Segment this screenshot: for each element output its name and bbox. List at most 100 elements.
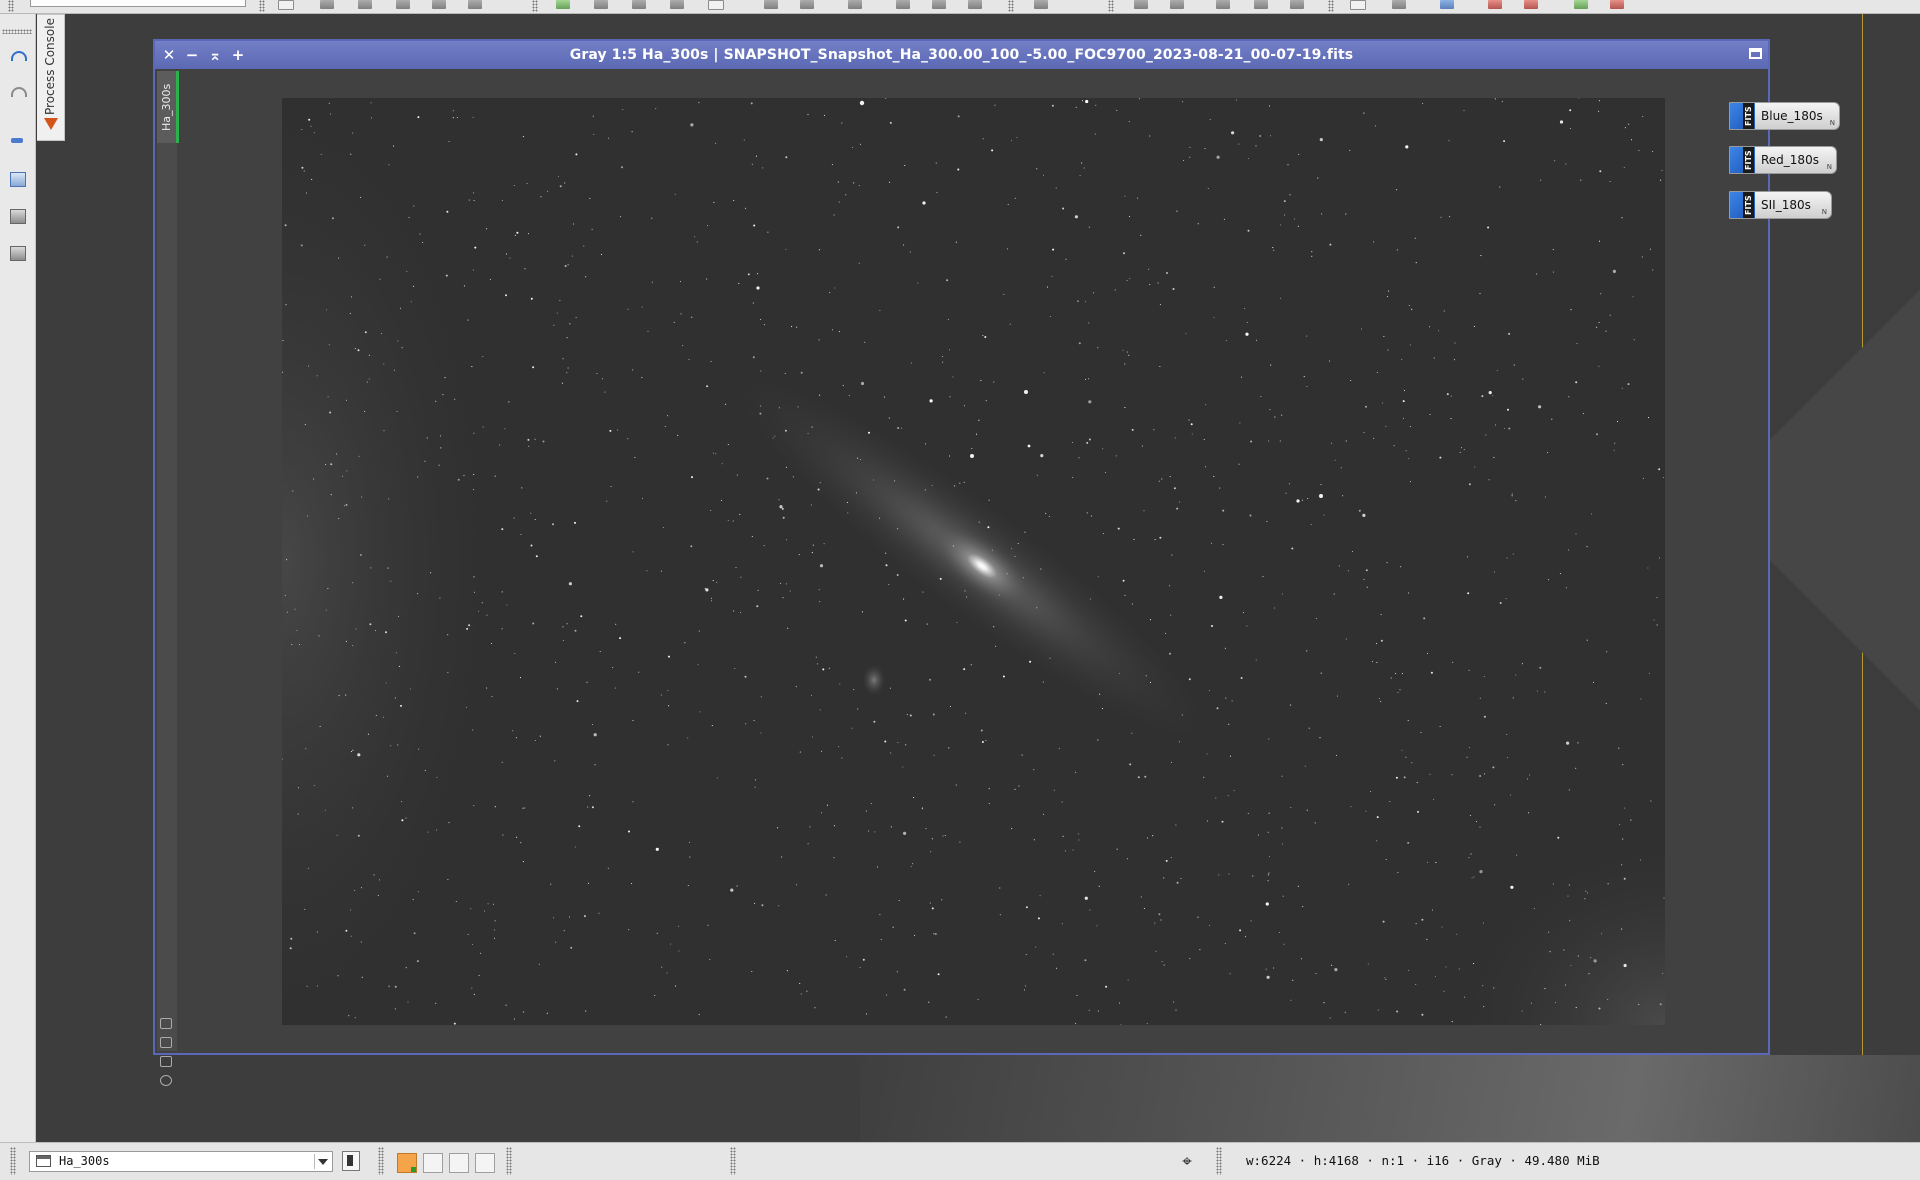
mask-color-swatch[interactable] [397, 1153, 417, 1173]
channel-icon[interactable] [848, 0, 862, 9]
preview-icon[interactable] [1254, 0, 1268, 9]
star [933, 933, 935, 935]
process-icon[interactable] [1610, 0, 1624, 9]
toolbar-grip[interactable] [1008, 0, 1014, 12]
channel-icon[interactable] [800, 0, 814, 9]
star [1408, 969, 1410, 971]
duplicate-image-icon[interactable] [10, 209, 26, 224]
image-canvas[interactable] [282, 98, 1665, 1025]
mask-icon[interactable] [968, 0, 982, 9]
fit-view-icon[interactable] [160, 1037, 172, 1048]
star [762, 167, 764, 169]
extract-image-icon[interactable] [10, 246, 26, 261]
maximize-button[interactable] [1749, 48, 1762, 59]
region-icon[interactable] [468, 0, 482, 9]
star [655, 108, 657, 110]
channel-icon[interactable] [764, 0, 778, 9]
color-swatch[interactable] [449, 1153, 469, 1173]
image-icon-item[interactable]: FITS SII_180s N [1729, 191, 1832, 219]
undo-icon[interactable] [9, 48, 27, 64]
image-icon-item[interactable]: FITS Red_180s N [1729, 146, 1837, 174]
chart-icon[interactable] [1392, 0, 1406, 9]
view-id-tab[interactable]: Ha_300s [157, 71, 179, 143]
pointer-mode-icon[interactable] [278, 0, 294, 10]
star [1306, 650, 1308, 652]
star [534, 739, 536, 742]
zoom-in-button[interactable]: + [229, 46, 247, 64]
toolbar-grip[interactable] [730, 1147, 736, 1175]
star-icon[interactable] [358, 0, 372, 9]
star [439, 435, 442, 437]
star [364, 331, 367, 334]
toolbar-grip[interactable] [532, 0, 538, 12]
star [1311, 251, 1313, 253]
star [1547, 579, 1550, 581]
close-button[interactable]: ✕ [160, 46, 178, 64]
toolbar-grip[interactable] [506, 1147, 512, 1175]
edit-icon[interactable] [11, 138, 23, 143]
toolbar-grip[interactable] [378, 1147, 384, 1175]
image-icon[interactable] [632, 0, 646, 9]
toolbar-grip[interactable] [8, 0, 14, 12]
toolbar-grip[interactable] [10, 1147, 16, 1175]
script-icon[interactable] [1524, 0, 1538, 9]
star [888, 417, 890, 419]
star [1221, 820, 1224, 823]
color-swatch[interactable] [423, 1153, 443, 1173]
mask-icon[interactable] [932, 0, 946, 9]
stf-icon[interactable] [1034, 0, 1048, 9]
zoom-icon[interactable] [320, 0, 334, 9]
mask-icon[interactable] [896, 0, 910, 9]
star [1267, 874, 1269, 876]
display-mode-icon[interactable] [708, 0, 724, 10]
image-icon[interactable] [594, 0, 608, 9]
star [1656, 624, 1658, 626]
star [1301, 499, 1303, 501]
preview-icon[interactable] [1134, 0, 1148, 9]
crosshair-icon[interactable]: ⌖ [1178, 1153, 1196, 1171]
process-icon[interactable] [1574, 0, 1588, 9]
target-icon[interactable] [160, 1075, 172, 1086]
clone-icon[interactable] [160, 1056, 172, 1067]
toolbar-grip[interactable] [259, 0, 265, 12]
pin-icon[interactable] [432, 0, 446, 9]
star [1078, 833, 1080, 835]
star [1652, 269, 1654, 271]
image-icon-item[interactable]: FITS Blue_180s N [1729, 102, 1840, 130]
minimize-button[interactable]: − [183, 46, 201, 64]
toolbar-grip[interactable] [1216, 1147, 1222, 1175]
image-window[interactable]: Gray 1:5 Ha_300s | SNAPSHOT_Snapshot_Ha_… [153, 39, 1770, 1086]
star [1467, 592, 1470, 595]
shade-button[interactable]: ⌅ [206, 46, 224, 64]
star [772, 437, 774, 439]
star [486, 614, 488, 616]
process-console-tab[interactable]: Process Console [37, 14, 65, 141]
search-icon[interactable] [1440, 0, 1454, 9]
toolbar-grip[interactable] [1108, 0, 1114, 12]
script-icon[interactable] [1488, 0, 1502, 9]
preview-icon[interactable] [1216, 0, 1230, 9]
star [654, 994, 656, 997]
view-explorer-button[interactable] [342, 1151, 360, 1171]
pin-icon[interactable] [396, 0, 410, 9]
star [1527, 778, 1529, 780]
new-image-icon[interactable] [10, 172, 26, 187]
chevron-down-icon[interactable] [318, 1159, 328, 1165]
image-icon[interactable] [556, 0, 570, 9]
toolbar-grip[interactable] [2, 29, 32, 34]
preview-icon[interactable] [1170, 0, 1184, 9]
color-swatch[interactable] [475, 1153, 495, 1173]
redo-icon[interactable] [9, 84, 27, 100]
image-icon[interactable] [670, 0, 684, 9]
window-title-bar[interactable]: Gray 1:5 Ha_300s | SNAPSHOT_Snapshot_Ha_… [155, 41, 1768, 69]
star [1269, 409, 1271, 411]
readout-icon[interactable] [1350, 0, 1366, 10]
star [1415, 983, 1417, 986]
star [1149, 284, 1151, 286]
view-selector[interactable]: Ha_300s [29, 1151, 333, 1172]
preview-icon[interactable] [1290, 0, 1304, 9]
resize-icon[interactable] [160, 1018, 172, 1029]
star [417, 891, 419, 893]
toolbar-combobox[interactable] [30, 0, 246, 7]
toolbar-grip[interactable] [1328, 0, 1334, 12]
